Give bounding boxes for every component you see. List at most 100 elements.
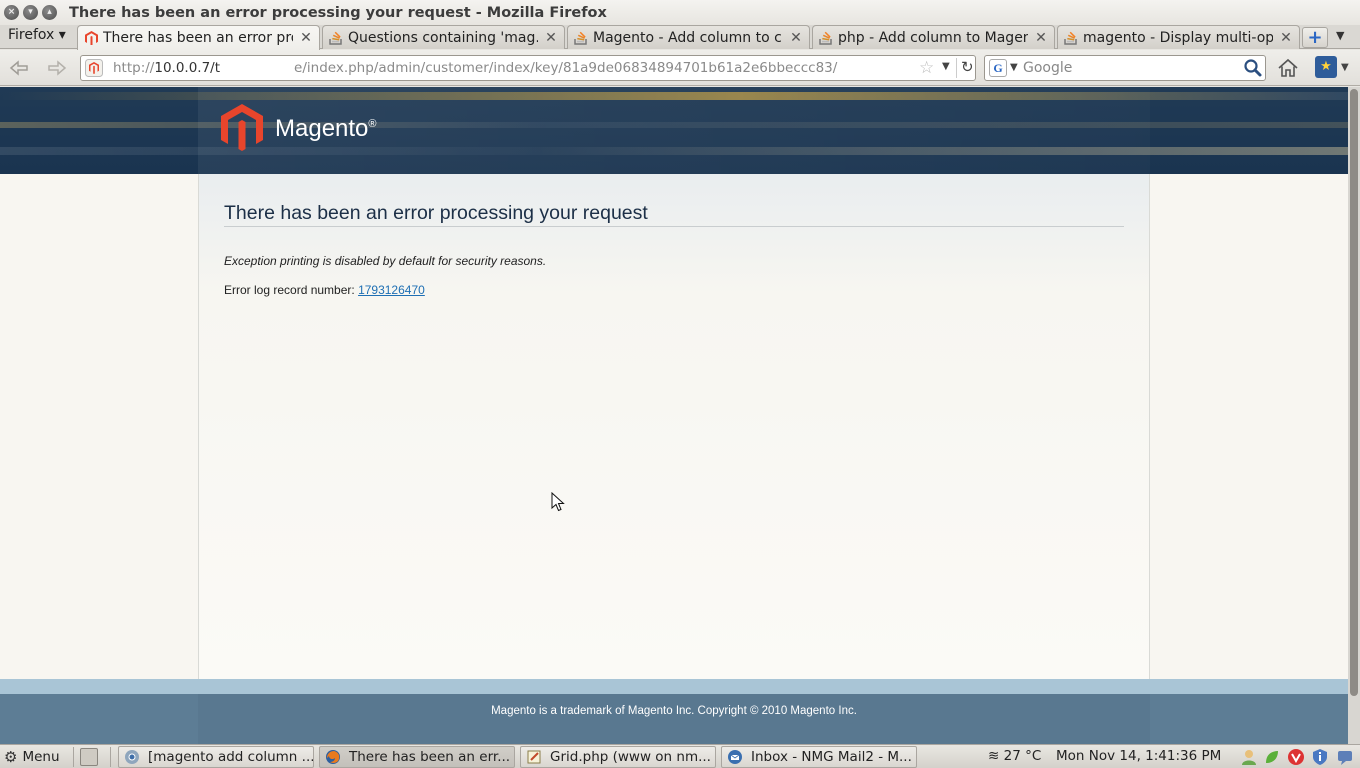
forward-arrow-icon xyxy=(48,60,67,76)
tab-close-icon[interactable]: ✕ xyxy=(1279,30,1293,46)
tab-close-icon[interactable]: ✕ xyxy=(1034,30,1048,46)
exception-message: Exception printing is disabled by defaul… xyxy=(224,254,547,268)
taskbar-item-label: There has been an err... xyxy=(349,749,511,765)
info-shield-icon[interactable] xyxy=(1311,748,1329,766)
tab-label: magento - Display multi-op... xyxy=(1083,29,1273,46)
magento-favicon-icon xyxy=(84,31,98,45)
taskbar-item-label: Grid.php (www on nm... xyxy=(550,749,711,765)
title-divider xyxy=(224,226,1124,227)
taskbar-separator xyxy=(73,747,74,767)
url-bar[interactable]: http://10.0.0.7/t e/index.php/admin/custo… xyxy=(80,55,976,81)
search-engine-dropdown-icon[interactable]: ▼ xyxy=(1010,62,1018,73)
google-engine-icon[interactable]: G xyxy=(989,59,1007,77)
tab-close-icon[interactable]: ✕ xyxy=(544,30,558,46)
tab-php-add-column[interactable]: php - Add column to Magen... ✕ xyxy=(812,25,1055,49)
content-column xyxy=(198,174,1150,679)
taskbar-item-chrome[interactable]: [magento add column ... xyxy=(118,746,314,768)
list-all-tabs-icon[interactable]: ▼ xyxy=(1336,29,1344,42)
window-title: There has been an error processing your … xyxy=(69,4,607,21)
url-prefix: http:// xyxy=(113,60,155,76)
search-bar[interactable]: G ▼ Google xyxy=(984,55,1266,81)
window-minimize-button[interactable]: ▾ xyxy=(23,5,38,20)
tab-close-icon[interactable]: ✕ xyxy=(789,30,803,46)
url-text[interactable]: http://10.0.0.7/t e/index.php/admin/custo… xyxy=(113,60,837,76)
tab-magento-display-multi[interactable]: magento - Display multi-op... ✕ xyxy=(1057,25,1300,49)
window-titlebar: × ▾ ▴ There has been an error processing… xyxy=(0,0,1360,25)
navigation-bar: http://10.0.0.7/t e/index.php/admin/custo… xyxy=(0,50,1360,86)
tab-label: Magento - Add column to c... xyxy=(593,29,783,46)
start-menu-button[interactable]: ⚙ Menu xyxy=(4,746,60,768)
footer-center-panel xyxy=(198,694,1150,744)
chrome-icon xyxy=(125,750,139,764)
taskbar-separator xyxy=(110,747,111,767)
forward-button[interactable] xyxy=(46,57,68,79)
user-status-icon[interactable] xyxy=(1240,748,1258,766)
new-tab-button[interactable]: + xyxy=(1302,27,1328,48)
weather-temp: 27 °C xyxy=(1003,748,1042,764)
search-icon[interactable] xyxy=(1243,58,1263,78)
gear-icon: ⚙ xyxy=(4,748,18,766)
url-history-dropdown-icon[interactable]: ▼ xyxy=(942,61,950,72)
reload-icon[interactable]: ↻ xyxy=(956,58,974,78)
mouse-cursor-icon xyxy=(551,492,565,512)
home-icon xyxy=(1278,58,1298,77)
footer-top-band xyxy=(0,679,1348,694)
site-identity-icon[interactable] xyxy=(85,59,103,77)
url-host: 10.0.0.7/t xyxy=(154,60,221,76)
addon-star-icon[interactable]: ★ xyxy=(1315,56,1337,78)
page-viewport: Magento® There has been an error process… xyxy=(0,87,1348,744)
back-arrow-icon xyxy=(9,60,28,76)
taskbar-item-editor[interactable]: Grid.php (www on nm... xyxy=(520,746,716,768)
stackoverflow-favicon-icon xyxy=(1064,31,1078,45)
taskbar-item-label: [magento add column ... xyxy=(148,749,314,765)
taskbar-item-thunderbird[interactable]: Inbox - NMG Mail2 - M... xyxy=(721,746,917,768)
window-maximize-button[interactable]: ▴ xyxy=(42,5,57,20)
start-menu-label: Menu xyxy=(22,749,60,765)
stackoverflow-favicon-icon xyxy=(329,31,343,45)
tab-stackoverflow-questions[interactable]: Questions containing 'mag... ✕ xyxy=(322,25,565,49)
magento-logo-text[interactable]: Magento® xyxy=(275,115,377,143)
weather-icon: ≋ xyxy=(988,748,1000,764)
addon-dropdown-icon[interactable]: ▼ xyxy=(1341,62,1349,73)
scrollbar-thumb[interactable] xyxy=(1350,89,1358,696)
vivaldi-icon[interactable] xyxy=(1287,748,1305,766)
logo-registered-mark: ® xyxy=(368,118,377,130)
thunderbird-icon xyxy=(728,750,742,764)
stackoverflow-favicon-icon xyxy=(819,31,833,45)
taskbar: ⚙ Menu [magento add column ... There has … xyxy=(0,744,1360,768)
text-editor-icon xyxy=(527,750,541,764)
window-controls: × ▾ ▴ xyxy=(0,5,57,20)
vertical-scrollbar[interactable] xyxy=(1348,87,1360,744)
weather-applet[interactable]: ≋ 27 °C xyxy=(988,748,1041,764)
clock[interactable]: Mon Nov 14, 1:41:36 PM xyxy=(1056,748,1221,764)
tab-magento-add-column[interactable]: Magento - Add column to c... ✕ xyxy=(567,25,810,49)
error-log-label: Error log record number: xyxy=(224,283,359,297)
url-path: e/index.php/admin/customer/index/key/81a… xyxy=(294,60,838,76)
file-manager-icon[interactable] xyxy=(80,748,98,766)
window-close-button[interactable]: × xyxy=(4,5,19,20)
tab-magento-error[interactable]: There has been an error pro... ✕ xyxy=(77,25,320,50)
firefox-icon xyxy=(326,750,340,764)
magento-header xyxy=(0,87,1348,174)
footer-copyright: Magento is a trademark of Magento Inc. C… xyxy=(491,705,857,717)
magento-logo-icon[interactable] xyxy=(221,104,263,152)
page-title: There has been an error processing your … xyxy=(224,202,648,224)
tab-bar: Firefox ▾ There has been an error pro...… xyxy=(0,25,1360,50)
back-button[interactable] xyxy=(8,57,30,79)
error-log-number-link[interactable]: 1793126470 xyxy=(358,283,425,297)
tab-label: php - Add column to Magen... xyxy=(838,29,1028,46)
tab-close-icon[interactable]: ✕ xyxy=(299,30,313,46)
tab-label: There has been an error pro... xyxy=(103,30,293,46)
bookmark-star-icon[interactable]: ☆ xyxy=(919,58,934,78)
taskbar-item-label: Inbox - NMG Mail2 - M... xyxy=(751,749,912,765)
firefox-menu-button[interactable]: Firefox ▾ xyxy=(0,25,74,49)
taskbar-item-firefox[interactable]: There has been an err... xyxy=(319,746,515,768)
tab-label: Questions containing 'mag... xyxy=(348,29,538,46)
stackoverflow-favicon-icon xyxy=(574,31,588,45)
home-button[interactable] xyxy=(1276,56,1300,80)
logo-wordmark: Magento xyxy=(275,115,369,142)
search-placeholder: Google xyxy=(1023,60,1073,76)
network-leaf-icon[interactable] xyxy=(1263,748,1281,766)
error-log-line: Error log record number: 1793126470 xyxy=(224,283,425,297)
notifications-icon[interactable] xyxy=(1336,748,1354,766)
